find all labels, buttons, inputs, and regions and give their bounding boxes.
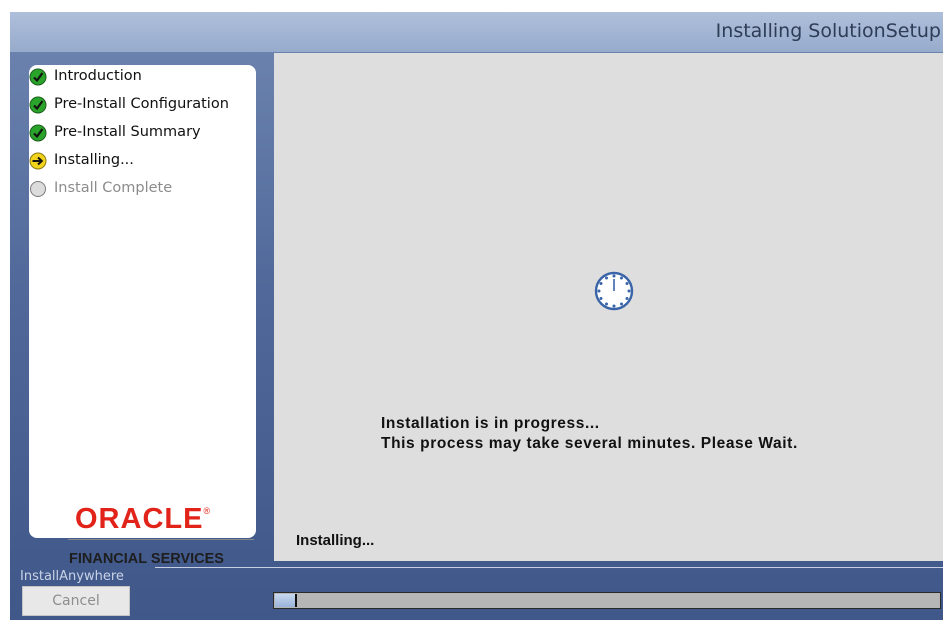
logo-divider: [68, 539, 254, 540]
window-title: Installing SolutionSetup: [715, 20, 941, 42]
check-icon: [29, 96, 47, 114]
content-panel: Installation is in progress... This proc…: [274, 53, 943, 561]
progress-message-line2: This process may take several minutes. P…: [381, 435, 798, 452]
logo-subtitle: FINANCIAL SERVICES: [69, 551, 224, 567]
progress-message: Installation is in progress... This proc…: [381, 414, 798, 454]
check-icon: [29, 68, 47, 86]
status-text: Installing...: [296, 532, 375, 549]
step-label: Install Complete: [54, 180, 173, 196]
title-bar: Installing SolutionSetup: [10, 12, 943, 52]
arrow-right-icon: [29, 152, 47, 170]
check-icon: [29, 124, 47, 142]
step-introduction: Introduction: [29, 66, 249, 88]
progress-bar: [273, 592, 941, 609]
step-label: Installing...: [54, 152, 134, 168]
step-label: Pre-Install Configuration: [54, 96, 229, 112]
progress-fill: [275, 594, 297, 607]
oracle-logo: ORACLE®: [75, 503, 212, 535]
step-pre-install-summary: Pre-Install Summary: [29, 122, 249, 144]
footer-divider: [155, 567, 943, 568]
circle-icon: [30, 181, 46, 197]
clock-icon: [594, 271, 634, 311]
installer-window: Installing SolutionSetup Introduction Pr…: [10, 12, 943, 620]
step-installing: Installing...: [29, 150, 249, 172]
step-label: Introduction: [54, 68, 142, 84]
progress-message-line1: Installation is in progress...: [381, 415, 600, 432]
step-label: Pre-Install Summary: [54, 124, 201, 140]
steps-panel: Introduction Pre-Install Configuration P…: [29, 65, 256, 567]
cancel-button[interactable]: Cancel: [22, 586, 130, 616]
step-install-complete: Install Complete: [29, 178, 249, 200]
step-pre-install-configuration: Pre-Install Configuration: [29, 94, 249, 116]
installanywhere-label: InstallAnywhere: [20, 569, 124, 584]
